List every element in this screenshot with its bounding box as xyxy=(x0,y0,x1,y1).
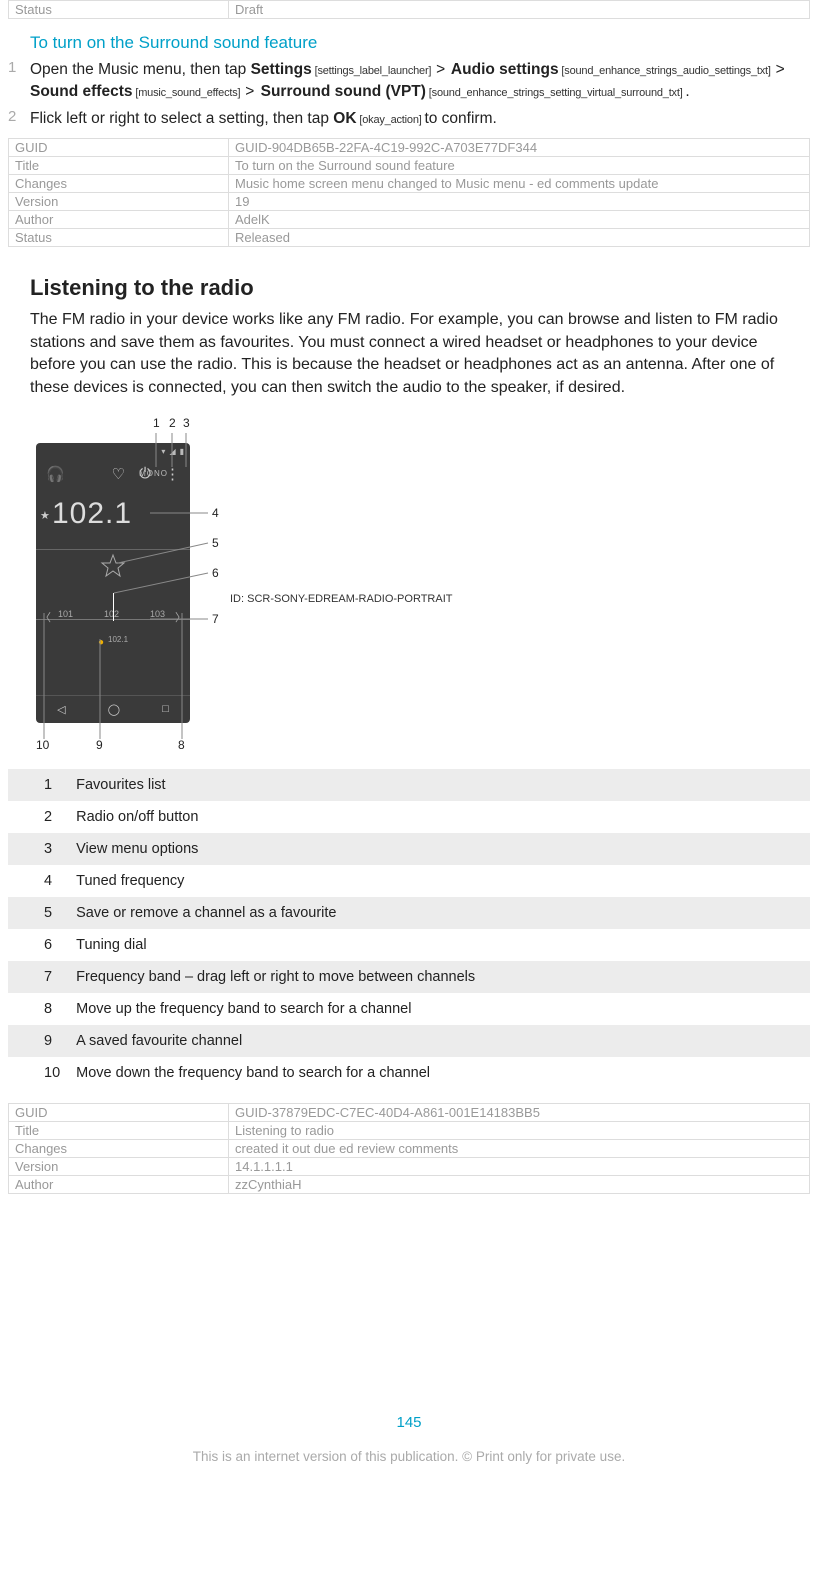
table-row: 10Move down the frequency band to search… xyxy=(8,1057,810,1089)
steps-list: 1 Open the Music menu, then tap Settings… xyxy=(8,59,810,130)
table-row: StatusReleased xyxy=(9,229,810,247)
table-row: ChangesMusic home screen menu changed to… xyxy=(9,175,810,193)
meta-val: AdelK xyxy=(229,211,810,229)
meta-val: Released xyxy=(229,229,810,247)
table-row: Changescreated it out due ed review comm… xyxy=(9,1139,810,1157)
legend-text: A saved favourite channel xyxy=(66,1025,810,1057)
radio-intro-paragraph: The FM radio in your device works like a… xyxy=(30,309,800,399)
callout-overlay: 1 2 3 4 5 6 7 8 9 10 xyxy=(30,413,226,751)
legend-num: 2 xyxy=(8,801,66,833)
table-row: 7Frequency band – drag left or right to … xyxy=(8,961,810,993)
meta-table-2: GUIDGUID-37879EDC-C7EC-40D4-A861-001E141… xyxy=(8,1103,810,1194)
meta-table-top: Status Draft xyxy=(8,0,810,19)
meta-val: Listening to radio xyxy=(229,1121,810,1139)
legend-text: Frequency band – drag left or right to m… xyxy=(66,961,810,993)
legend-text: Move up the frequency band to search for… xyxy=(66,993,810,1025)
legend-num: 8 xyxy=(8,993,66,1025)
legend-num: 4 xyxy=(8,865,66,897)
table-row: Version19 xyxy=(9,193,810,211)
step-body: Flick left or right to select a setting,… xyxy=(30,108,810,130)
legend-text: View menu options xyxy=(66,833,810,865)
meta-key: Title xyxy=(9,1121,229,1139)
table-row: Version14.1.1.1.1 xyxy=(9,1157,810,1175)
table-row: GUIDGUID-37879EDC-C7EC-40D4-A861-001E141… xyxy=(9,1103,810,1121)
legend-num: 1 xyxy=(8,769,66,801)
legend-num: 6 xyxy=(8,929,66,961)
meta-val: To turn on the Surround sound feature xyxy=(229,157,810,175)
footer-note: This is an internet version of this publ… xyxy=(8,1449,810,1464)
table-row: 3View menu options xyxy=(8,833,810,865)
legend-text: Favourites list xyxy=(66,769,810,801)
figure-id: ID: SCR-SONY-EDREAM-RADIO-PORTRAIT xyxy=(230,593,452,605)
heading-listening-radio: Listening to the radio xyxy=(30,275,810,301)
meta-val: 19 xyxy=(229,193,810,211)
table-row: TitleListening to radio xyxy=(9,1121,810,1139)
table-row: TitleTo turn on the Surround sound featu… xyxy=(9,157,810,175)
table-row: 9A saved favourite channel xyxy=(8,1025,810,1057)
meta-key: Status xyxy=(9,229,229,247)
radio-figure: ▾◢▮ 🎧 ♡ ⏻ ⋮ MONO ★ 102.1 〈 101 102 103 〉 xyxy=(30,413,810,751)
step-number: 1 xyxy=(8,59,30,76)
table-row: 5Save or remove a channel as a favourite xyxy=(8,897,810,929)
svg-text:9: 9 xyxy=(96,738,103,751)
step-2: 2 Flick left or right to select a settin… xyxy=(8,108,810,130)
legend-text: Tuning dial xyxy=(66,929,810,961)
meta-val: created it out due ed review comments xyxy=(229,1139,810,1157)
table-row: AuthorzzCynthiaH xyxy=(9,1175,810,1193)
table-row: 6Tuning dial xyxy=(8,929,810,961)
step-1: 1 Open the Music menu, then tap Settings… xyxy=(8,59,810,104)
meta-val: GUID-904DB65B-22FA-4C19-992C-A703E77DF34… xyxy=(229,139,810,157)
table-row: 1Favourites list xyxy=(8,769,810,801)
legend-text: Save or remove a channel as a favourite xyxy=(66,897,810,929)
meta-val: zzCynthiaH xyxy=(229,1175,810,1193)
svg-text:5: 5 xyxy=(212,536,219,550)
legend-table: 1Favourites list2Radio on/off button3Vie… xyxy=(8,769,810,1089)
page-number: 145 xyxy=(8,1414,810,1431)
table-row: Status Draft xyxy=(9,1,810,19)
radio-screenshot: ▾◢▮ 🎧 ♡ ⏻ ⋮ MONO ★ 102.1 〈 101 102 103 〉 xyxy=(30,413,226,751)
meta-key: Version xyxy=(9,193,229,211)
meta-table-1: GUIDGUID-904DB65B-22FA-4C19-992C-A703E77… xyxy=(8,138,810,247)
svg-text:3: 3 xyxy=(183,416,190,430)
svg-text:1: 1 xyxy=(153,416,160,430)
svg-text:10: 10 xyxy=(36,738,50,751)
table-row: GUIDGUID-904DB65B-22FA-4C19-992C-A703E77… xyxy=(9,139,810,157)
legend-text: Move down the frequency band to search f… xyxy=(66,1057,810,1089)
legend-num: 3 xyxy=(8,833,66,865)
svg-text:4: 4 xyxy=(212,506,219,520)
step-number: 2 xyxy=(8,108,30,125)
meta-key: Status xyxy=(9,1,229,19)
legend-text: Radio on/off button xyxy=(66,801,810,833)
legend-num: 7 xyxy=(8,961,66,993)
meta-key: Changes xyxy=(9,1139,229,1157)
table-row: 2Radio on/off button xyxy=(8,801,810,833)
section-heading-surround: To turn on the Surround sound feature xyxy=(30,33,810,53)
meta-val: GUID-37879EDC-C7EC-40D4-A861-001E14183BB… xyxy=(229,1103,810,1121)
meta-key: Author xyxy=(9,1175,229,1193)
step-body: Open the Music menu, then tap Settings [… xyxy=(30,59,810,104)
meta-key: Title xyxy=(9,157,229,175)
svg-text:8: 8 xyxy=(178,738,185,751)
legend-text: Tuned frequency xyxy=(66,865,810,897)
meta-val: Draft xyxy=(229,1,810,19)
table-row: 8Move up the frequency band to search fo… xyxy=(8,993,810,1025)
meta-key: Author xyxy=(9,211,229,229)
meta-key: GUID xyxy=(9,1103,229,1121)
meta-val: 14.1.1.1.1 xyxy=(229,1157,810,1175)
legend-num: 10 xyxy=(8,1057,66,1089)
meta-key: Changes xyxy=(9,175,229,193)
meta-val: Music home screen menu changed to Music … xyxy=(229,175,810,193)
svg-text:7: 7 xyxy=(212,612,219,626)
table-row: AuthorAdelK xyxy=(9,211,810,229)
legend-num: 5 xyxy=(8,897,66,929)
svg-text:2: 2 xyxy=(169,416,176,430)
svg-text:6: 6 xyxy=(212,566,219,580)
meta-key: Version xyxy=(9,1157,229,1175)
legend-num: 9 xyxy=(8,1025,66,1057)
table-row: 4Tuned frequency xyxy=(8,865,810,897)
meta-key: GUID xyxy=(9,139,229,157)
